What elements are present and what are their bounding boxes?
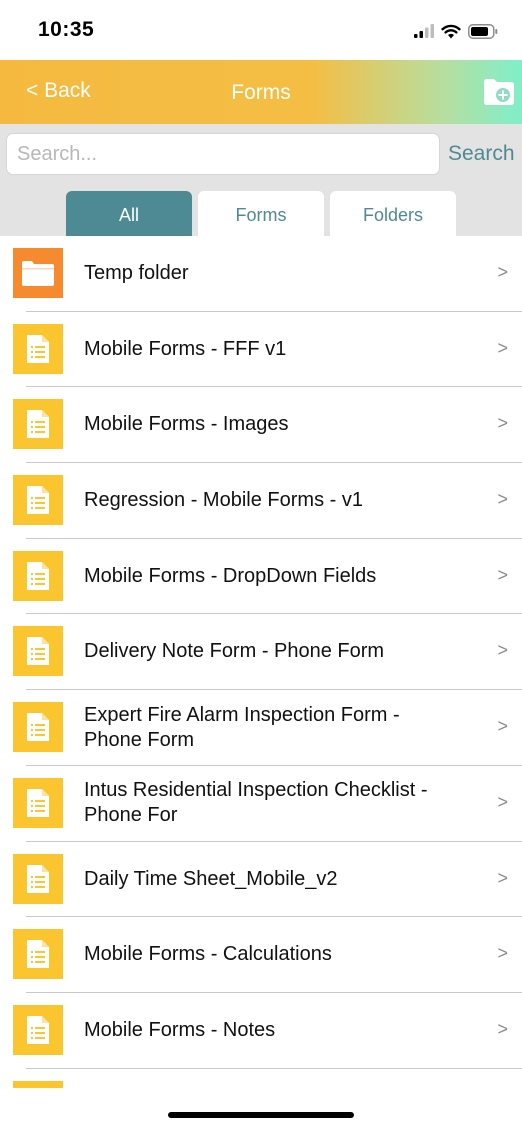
list-item-label: Mobile Forms - Images: [84, 413, 289, 436]
list-item-label: Daily Time Sheet_Mobile_v2: [84, 867, 338, 890]
list-item-form[interactable]: Intus Residential Inspection Checklist -…: [0, 766, 522, 842]
tab-folders[interactable]: Folders: [330, 191, 456, 236]
search-button[interactable]: Search: [448, 142, 515, 166]
form-thumbnail: [13, 1080, 63, 1088]
form-thumbnail: [13, 777, 63, 828]
segment-tabs: All Forms Folders: [0, 191, 522, 236]
list-item-label: [84, 1069, 462, 1088]
list-item-label: Mobile Forms - DropDown Fields: [84, 564, 377, 587]
list-item-form[interactable]: Expert Fire Alarm Inspection Form - Phon…: [0, 690, 522, 766]
form-document-icon: [27, 334, 49, 363]
form-thumbnail: [13, 929, 63, 980]
form-thumbnail: [13, 399, 63, 450]
chevron-right-icon: >: [497, 791, 508, 812]
chevron-right-icon: >: [497, 640, 508, 661]
wifi-icon: [441, 24, 461, 38]
list-item-label: Delivery Note Form - Phone Form: [84, 640, 385, 663]
list-item-form[interactable]: Mobile Forms - FFF v1 >: [0, 312, 522, 388]
nav-bar: < Back Forms: [0, 60, 522, 124]
tab-all[interactable]: All: [66, 191, 192, 236]
chevron-right-icon: >: [497, 943, 508, 964]
home-indicator: [168, 1112, 354, 1118]
form-thumbnail: [13, 702, 63, 753]
form-document-icon: [27, 940, 49, 969]
chevron-right-icon: >: [497, 413, 508, 434]
status-time: 10:35: [38, 18, 95, 41]
chevron-right-icon: >: [497, 489, 508, 510]
chevron-right-icon: >: [497, 1018, 508, 1039]
form-thumbnail: [13, 1004, 63, 1055]
list-item-form[interactable]: Mobile Forms - Notes >: [0, 993, 522, 1069]
list-item-form[interactable]: Mobile Forms - Calculations >: [0, 917, 522, 993]
chevron-right-icon: >: [497, 867, 508, 888]
list-item-label: Mobile Forms - FFF v1: [84, 337, 287, 360]
status-bar: 10:35: [0, 0, 522, 60]
list-item-form[interactable]: Delivery Note Form - Phone Form >: [0, 614, 522, 691]
form-document-icon: [27, 788, 49, 817]
search-input[interactable]: [6, 133, 440, 175]
list-item-label: Intus Residential Inspection Checklist -…: [84, 779, 428, 827]
form-document-icon: [27, 1015, 49, 1044]
list-item-form[interactable]: Mobile Forms - DropDown Fields >: [0, 539, 522, 615]
form-document-icon: [27, 561, 49, 590]
back-button[interactable]: < Back: [26, 79, 91, 103]
form-document-icon: [27, 637, 49, 666]
list-item-label: Expert Fire Alarm Inspection Form - Phon…: [84, 703, 400, 751]
chevron-right-icon: >: [497, 262, 508, 282]
list-item-form[interactable]: >: [0, 1069, 522, 1088]
form-thumbnail: [13, 853, 63, 904]
folder-thumbnail: [13, 248, 63, 298]
add-folder-icon[interactable]: [482, 74, 516, 108]
form-thumbnail: [13, 323, 63, 374]
folder-icon: [22, 261, 54, 286]
list-item-label: Mobile Forms - Calculations: [84, 943, 332, 966]
form-document-icon: [27, 713, 49, 742]
battery-icon: [468, 23, 498, 39]
list-item-label: Temp folder: [84, 262, 189, 284]
chevron-right-icon: >: [497, 337, 508, 358]
form-document-icon: [27, 410, 49, 439]
chevron-right-icon: >: [497, 564, 508, 585]
form-thumbnail: [13, 626, 63, 677]
form-document-icon: [27, 864, 49, 893]
status-icons: [414, 21, 498, 41]
form-thumbnail: [13, 550, 63, 601]
list-item-label: Mobile Forms - Notes: [84, 1018, 276, 1041]
tab-forms[interactable]: Forms: [198, 191, 324, 236]
list-item-folder[interactable]: Temp folder >: [0, 236, 522, 312]
list-item-form[interactable]: Mobile Forms - Images >: [0, 387, 522, 464]
chevron-right-icon: >: [497, 716, 508, 737]
list-item-label: Regression - Mobile Forms - v1: [84, 489, 363, 512]
search-area: Search All Forms Folders: [0, 124, 522, 236]
signal-icon: [414, 24, 434, 38]
form-thumbnail: [13, 475, 63, 526]
forms-list: Temp folder > Mobile Forms - FFF v1 > Mobile…: [0, 236, 522, 1088]
form-document-icon: [27, 486, 49, 515]
list-item-form[interactable]: Daily Time Sheet_Mobile_v2 >: [0, 842, 522, 918]
list-item-form[interactable]: Regression - Mobile Forms - v1 >: [0, 463, 522, 539]
